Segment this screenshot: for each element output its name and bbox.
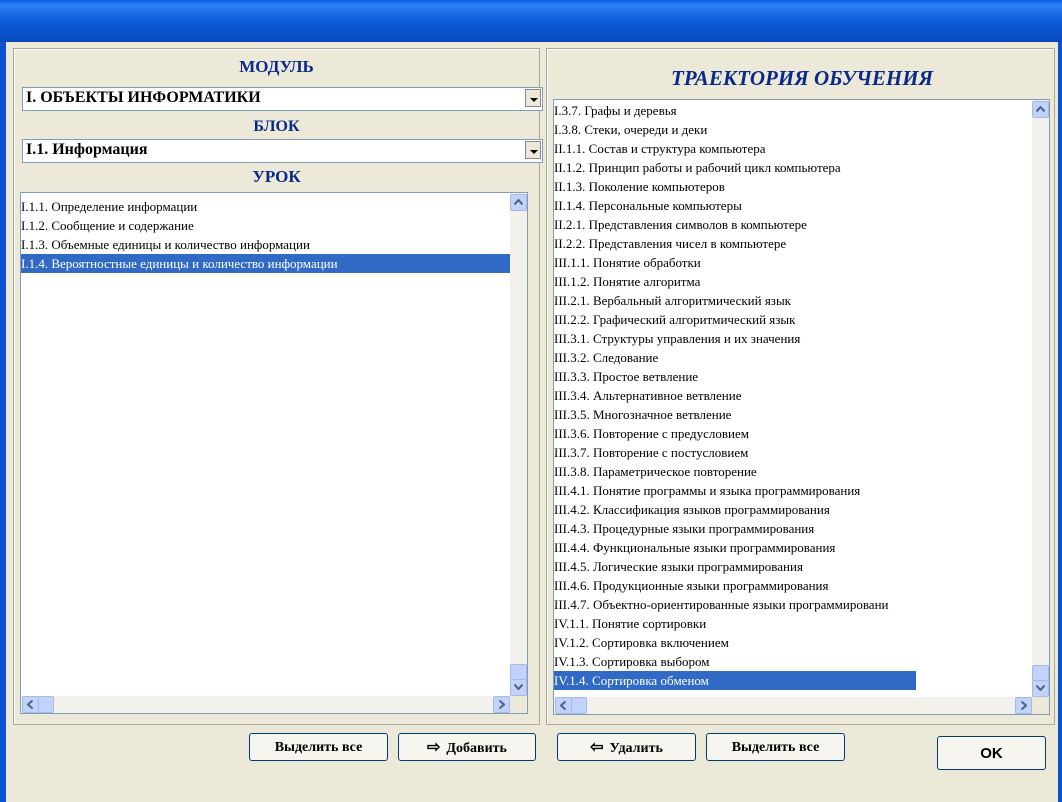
scrollbar-corner	[1032, 697, 1049, 714]
list-item[interactable]: III.2.2. Графический алгоритмический язы…	[554, 310, 1049, 329]
select-all-right-label: Выделить все	[731, 740, 820, 755]
list-item[interactable]: I.1.3. Объемные единицы и количество инф…	[21, 235, 527, 254]
list-item[interactable]: III.1.2. Понятие алгоритма	[554, 272, 1049, 291]
lesson-listbox[interactable]: I.1.1. Определение информации I.1.2. Сооб…	[20, 192, 528, 714]
list-item[interactable]: II.2.1. Представления символов в компьют…	[554, 215, 1049, 234]
list-item[interactable]: III.1.1. Понятие обработки	[554, 253, 1049, 272]
block-select-value: I.1. Информация	[26, 141, 148, 158]
lesson-horizontal-scrollbar[interactable]	[21, 696, 510, 713]
lesson-heading: УРОК	[252, 167, 301, 186]
right-panel: ТРАЕКТОРИЯ ОБУЧЕНИЯ I.3.7. Графы и дерев…	[546, 48, 1055, 725]
list-item[interactable]: II.1.2. Принцип работы и рабочий цикл ко…	[554, 158, 1049, 177]
scroll-thumb[interactable]	[1032, 665, 1049, 681]
block-select-dropdown-button[interactable]	[525, 141, 541, 159]
remove-button[interactable]: ⇦ Удалить	[557, 733, 696, 761]
list-item[interactable]: III.3.3. Простое ветвление	[554, 367, 1049, 386]
list-item[interactable]: I.1.2. Сообщение и содержание	[21, 216, 527, 235]
list-item[interactable]: III.3.5. Многозначное ветвление	[554, 405, 1049, 424]
list-item[interactable]: IV.1.2. Сортировка включением	[554, 633, 1049, 652]
select-all-left-button[interactable]: Выделить все	[249, 733, 388, 761]
list-item[interactable]: III.4.7. Объектно-ориентированные языки …	[554, 595, 1049, 614]
chevron-down-icon	[1036, 685, 1045, 691]
scrollbar-corner	[510, 696, 527, 713]
scroll-right-button[interactable]	[1015, 697, 1032, 714]
trajectory-vertical-scrollbar[interactable]	[1032, 100, 1049, 697]
trajectory-horizontal-scrollbar[interactable]	[554, 697, 1032, 714]
list-item[interactable]: II.1.1. Состав и структура компьютера	[554, 139, 1049, 158]
list-item[interactable]: I.3.7. Графы и деревья	[554, 101, 1049, 120]
scroll-right-button[interactable]	[493, 696, 510, 713]
scroll-up-button[interactable]	[1032, 101, 1049, 118]
chevron-left-icon	[27, 700, 33, 709]
list-item[interactable]: I.3.8. Стеки, очереди и деки	[554, 120, 1049, 139]
lesson-vertical-scrollbar[interactable]	[510, 193, 527, 696]
list-item[interactable]: III.4.5. Логические языки программирован…	[554, 557, 1049, 576]
module-heading: МОДУЛЬ	[239, 57, 314, 76]
chevron-right-icon	[499, 700, 505, 709]
list-item[interactable]: II.1.3. Поколение компьютеров	[554, 177, 1049, 196]
block-select[interactable]: I.1. Информация	[22, 139, 543, 163]
scroll-down-button[interactable]	[510, 679, 527, 696]
window-frame-right	[1058, 42, 1062, 802]
list-item[interactable]: III.3.4. Альтернативное ветвление	[554, 386, 1049, 405]
chevron-left-icon	[560, 701, 566, 710]
window-titlebar[interactable]	[0, 0, 1062, 42]
lesson-list: I.1.1. Определение информации I.1.2. Сооб…	[21, 193, 527, 273]
left-panel: МОДУЛЬ I. ОБЪЕКТЫ ИНФОРМАТИКИ БЛОК I.1. …	[13, 48, 543, 725]
list-item[interactable]: III.4.6. Продукционные языки программиро…	[554, 576, 1049, 595]
add-label: Добавить	[446, 741, 507, 756]
chevron-down-icon	[530, 150, 538, 154]
ok-button[interactable]: OK	[937, 736, 1046, 770]
list-item[interactable]: III.4.4. Функциональные языки программир…	[554, 538, 1049, 557]
select-all-right-button[interactable]: Выделить все	[706, 733, 845, 761]
chevron-right-icon	[1021, 701, 1027, 710]
list-item[interactable]: III.4.2. Классификация языков программир…	[554, 500, 1049, 519]
select-all-left-label: Выделить все	[274, 740, 363, 755]
block-heading: БЛОК	[253, 118, 300, 135]
chevron-down-icon	[530, 98, 538, 102]
list-item[interactable]: II.1.4. Персональные компьютеры	[554, 196, 1049, 215]
list-item[interactable]: III.3.6. Повторение с предусловием	[554, 424, 1049, 443]
list-item[interactable]: II.2.2. Представления чисел в компьютере	[554, 234, 1049, 253]
trajectory-heading: ТРАЕКТОРИЯ ОБУЧЕНИЯ	[671, 66, 934, 90]
list-item[interactable]: III.3.7. Повторение с постусловием	[554, 443, 1049, 462]
window-frame-left	[0, 42, 6, 802]
list-item[interactable]: III.4.1. Понятие программы и языка прогр…	[554, 481, 1049, 500]
module-select[interactable]: I. ОБЪЕКТЫ ИНФОРМАТИКИ	[22, 87, 543, 111]
module-select-value: I. ОБЪЕКТЫ ИНФОРМАТИКИ	[26, 89, 261, 106]
list-item[interactable]: IV.1.4. Сортировка обменом	[554, 671, 916, 690]
trajectory-listbox[interactable]: I.3.7. Графы и деревья I.3.8. Стеки, очер…	[553, 99, 1050, 715]
arrow-right-icon: ⇨	[427, 739, 441, 756]
list-item[interactable]: III.3.8. Параметрическое повторение	[554, 462, 1049, 481]
remove-label: Удалить	[609, 741, 663, 756]
list-item[interactable]: III.2.1. Вербальный алгоритмический язык	[554, 291, 1049, 310]
module-select-dropdown-button[interactable]	[525, 89, 541, 107]
list-item[interactable]: IV.1.3. Сортировка выбором	[554, 652, 1049, 671]
scroll-left-button[interactable]	[555, 697, 572, 714]
scroll-thumb[interactable]	[510, 664, 527, 680]
trajectory-list: I.3.7. Графы и деревья I.3.8. Стеки, очер…	[554, 100, 1049, 690]
chevron-up-icon	[1036, 106, 1045, 112]
list-item[interactable]: I.1.1. Определение информации	[21, 197, 527, 216]
add-button[interactable]: ⇨ Добавить	[398, 733, 536, 761]
list-item[interactable]: III.3.1. Структуры управления и их значе…	[554, 329, 1049, 348]
list-item[interactable]: I.1.4. Вероятностные единицы и количеств…	[21, 254, 510, 273]
scroll-left-button[interactable]	[22, 696, 39, 713]
list-item[interactable]: IV.1.1. Понятие сортировки	[554, 614, 1049, 633]
scroll-up-button[interactable]	[510, 194, 527, 211]
list-item[interactable]: III.4.3. Процедурные языки программирова…	[554, 519, 1049, 538]
ok-label: OK	[980, 745, 1003, 762]
arrow-left-icon: ⇦	[590, 739, 604, 756]
scroll-down-button[interactable]	[1032, 680, 1049, 697]
chevron-up-icon	[514, 199, 523, 205]
scroll-thumb-horizontal[interactable]	[571, 697, 587, 714]
scroll-thumb-horizontal[interactable]	[38, 696, 54, 713]
list-item[interactable]: III.3.2. Следование	[554, 348, 1049, 367]
chevron-down-icon	[514, 684, 523, 690]
